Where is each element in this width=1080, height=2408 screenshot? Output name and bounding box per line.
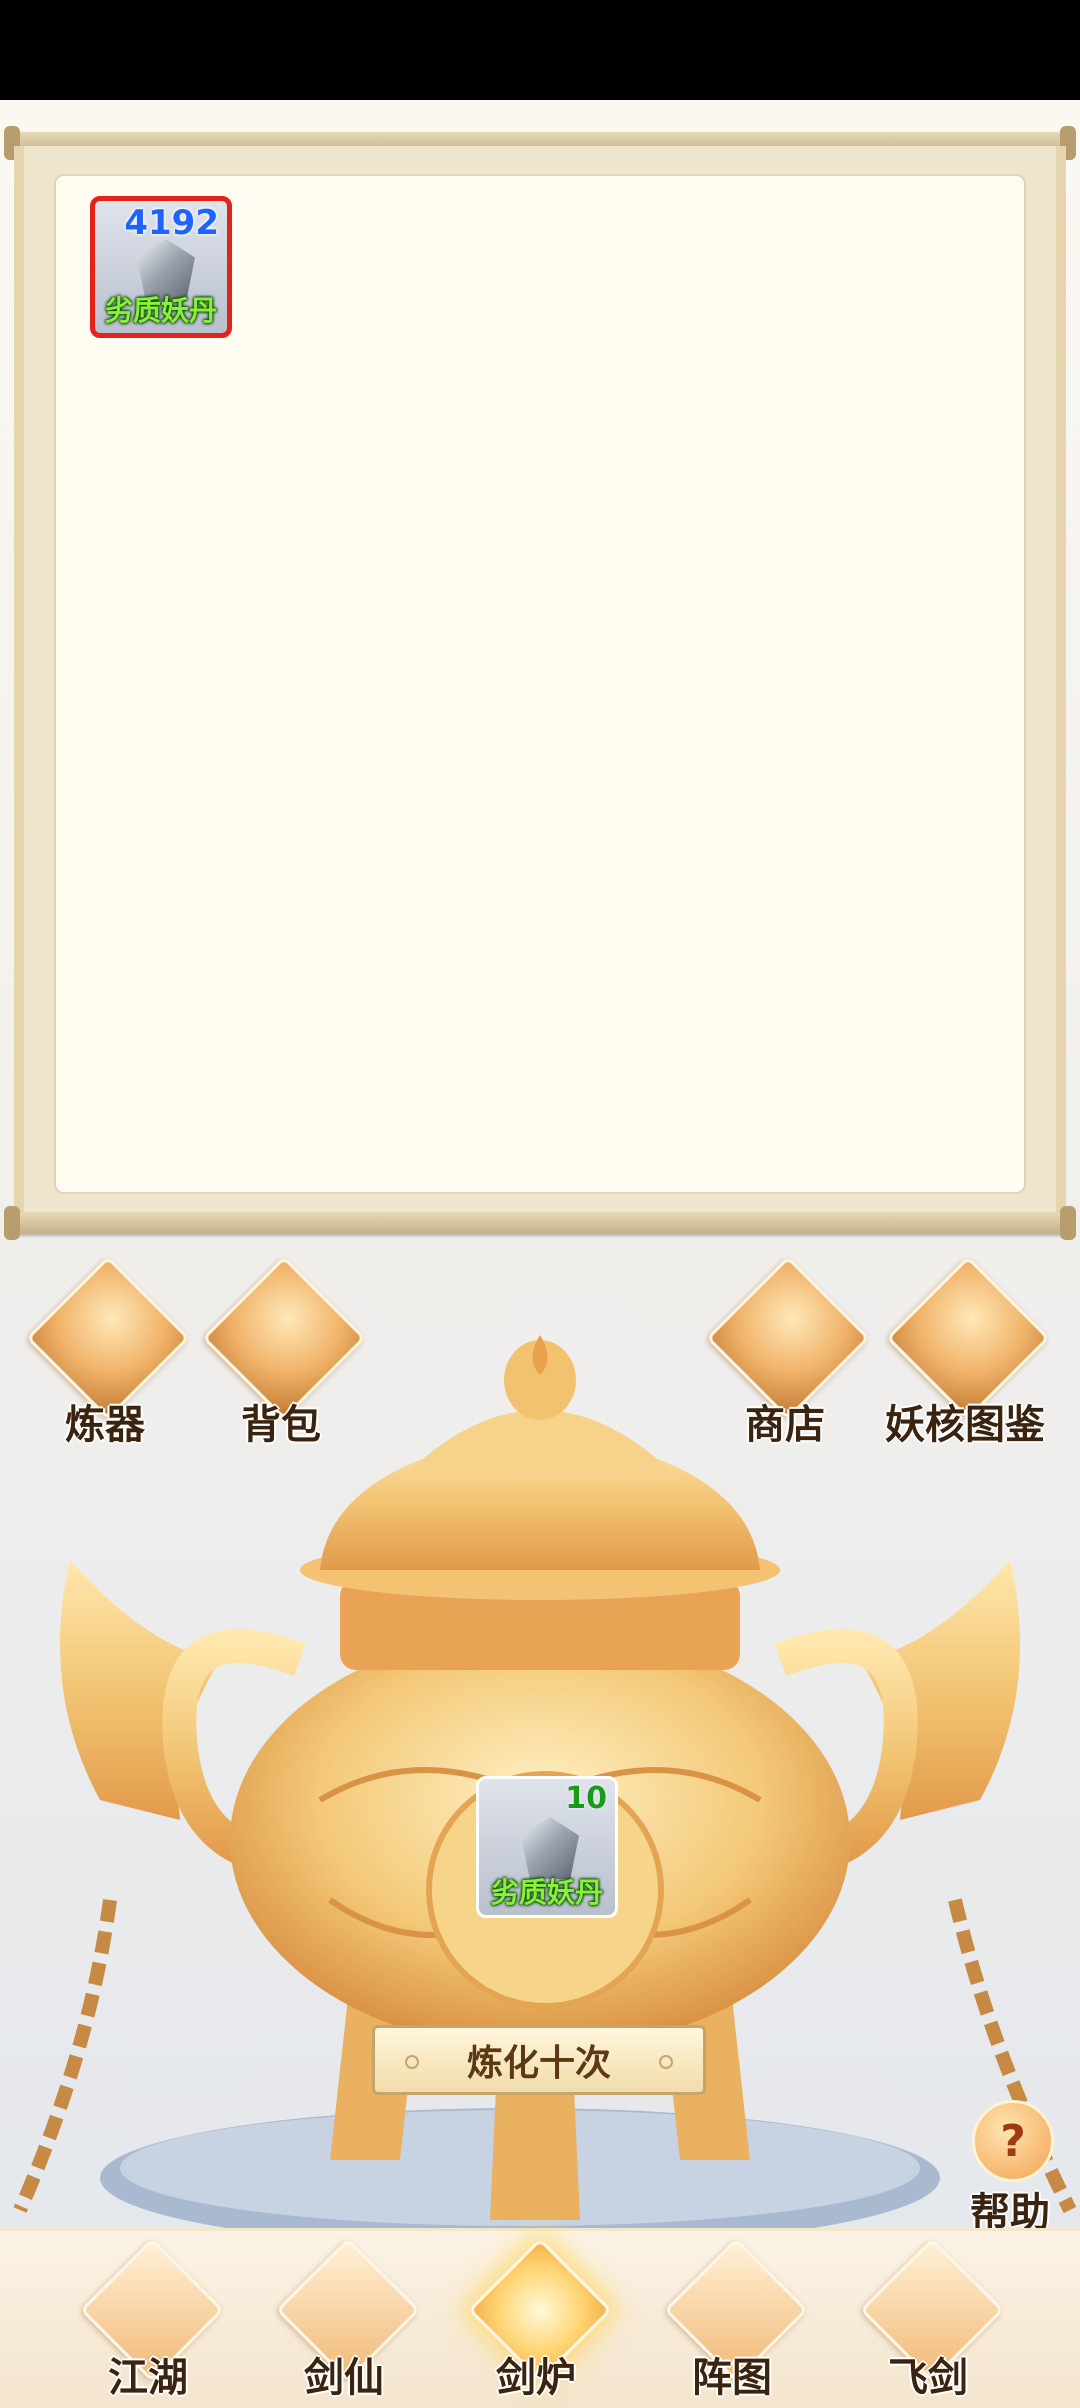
cauldron-item-slot[interactable]: 10 劣质妖丹 [476, 1776, 618, 1918]
nav-item-jianlu[interactable]: 剑炉 [456, 2237, 616, 2408]
refine-ten-times-label: 炼化十次 [466, 2043, 611, 2084]
item-name: 劣质妖丹 [104, 294, 217, 327]
item-count: 4192 [124, 203, 219, 243]
codex-label: 妖核图鉴 [885, 1402, 1045, 1448]
nav-label: 剑仙 [304, 2355, 384, 2401]
nav-label: 阵图 [692, 2355, 772, 2401]
nav-item-zhentu[interactable]: 阵图 [652, 2237, 812, 2408]
shop-button[interactable]: 商店 [700, 1255, 871, 1460]
inventory-panel: 4192 劣质妖丹 [14, 146, 1066, 1222]
shop-label: 商店 [745, 1402, 825, 1448]
refine-button[interactable]: 炼器 [20, 1255, 191, 1460]
decor-dot [659, 2055, 673, 2069]
game-screen: 4192 劣质妖丹 10 劣质妖丹 炼器 背包 商店 妖核图鉴 炼化十次 ? 帮… [0, 100, 1080, 2408]
bottom-nav: 江湖 剑仙 剑炉 阵图 飞剑 [0, 2228, 1080, 2408]
refine-label: 炼器 [65, 1402, 145, 1448]
decor-dot [405, 2055, 419, 2069]
gem-icon [521, 1817, 579, 1879]
cauldron-item-name: 劣质妖丹 [490, 1876, 603, 1909]
help-icon: ? [972, 2100, 1054, 2182]
backpack-label: 背包 [241, 1402, 321, 1448]
inventory-grid: 4192 劣质妖丹 [54, 174, 1026, 1194]
nav-item-jianghu[interactable]: 江湖 [68, 2237, 228, 2408]
nav-item-feijian[interactable]: 飞剑 [848, 2237, 1008, 2408]
codex-button[interactable]: 妖核图鉴 [880, 1255, 1051, 1460]
nav-label: 飞剑 [888, 2355, 968, 2401]
inventory-item-slot[interactable]: 4192 劣质妖丹 [90, 196, 232, 338]
backpack-button[interactable]: 背包 [196, 1255, 367, 1460]
cauldron-item-count: 10 [565, 1781, 607, 1816]
help-button[interactable]: ? 帮助 [950, 2100, 1070, 2240]
refine-ten-times-button[interactable]: 炼化十次 [372, 2025, 706, 2095]
nav-label: 剑炉 [496, 2355, 576, 2401]
nav-item-jianxian[interactable]: 剑仙 [264, 2237, 424, 2408]
scroll-bottom-rod [4, 1206, 1076, 1240]
status-bar [0, 0, 1080, 100]
nav-label: 江湖 [108, 2355, 188, 2401]
